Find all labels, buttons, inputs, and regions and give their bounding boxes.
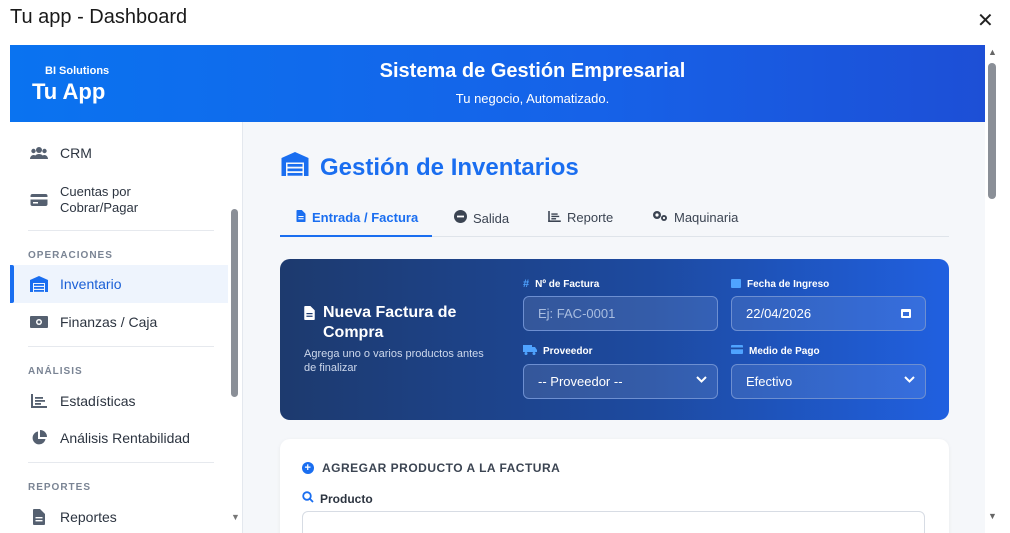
close-icon[interactable]: ✕ [977,8,994,33]
app-frame: BI Solutions Tu App Sistema de Gestión E… [10,45,985,533]
sidebar-item-inventario[interactable]: Inventario [10,265,228,303]
label-text: Nº de Factura [535,278,600,290]
sidebar-item-crm[interactable]: CRM [10,136,228,170]
sidebar-item-label: Inventario [60,276,122,292]
payment-method-select[interactable]: Efectivo [731,364,926,399]
section-label-analisis: ANÁLISIS [28,366,83,377]
file-invoice-icon [304,306,315,343]
add-product-title: + AGREGAR PRODUCTO A LA FACTURA [302,461,560,475]
main-content: Gestión de Inventarios Entrada / Factura… [244,122,985,533]
chevron-down-icon [904,375,915,387]
label-text: Medio de Pago [749,345,820,357]
pie-chart-icon [30,429,48,447]
search-icon [302,491,314,506]
file-icon [30,508,48,526]
credit-card-icon [731,345,743,357]
page-title: Gestión de Inventarios [280,152,579,183]
product-label-text: Producto [320,491,373,506]
sidebar-item-analisis-rentabilidad[interactable]: Análisis Rentabilidad [10,421,228,455]
entry-date-input[interactable]: 22/04/2026 [731,296,926,331]
sidebar-item-reportes[interactable]: Reportes [10,500,228,533]
label-text: Fecha de Ingreso [747,279,830,290]
tab-entrada-factura[interactable]: Entrada / Factura [296,210,418,225]
users-icon [30,144,48,162]
payment-method-label: Medio de Pago [731,345,820,357]
supplier-label: Proveedor [523,345,592,358]
section-label-operaciones: OPERACIONES [28,250,113,261]
chevron-down-icon [696,375,707,387]
tab-label: Entrada / Factura [312,210,419,225]
sidebar-item-estadisticas[interactable]: Estadísticas [10,384,228,418]
tab-reporte[interactable]: Reporte [548,210,613,225]
entry-date-value: 22/04/2026 [746,306,812,321]
window-scrollbar-thumb[interactable] [988,63,996,199]
section-label-reportes: REPORTES [28,482,92,493]
payment-method-value: Efectivo [746,374,793,389]
product-label: Producto [302,491,373,506]
calendar-icon [731,278,741,291]
invoice-title: Nueva Factura de Compra [304,303,456,343]
active-tab-indicator [280,235,432,237]
header-title: Sistema de Gestión Empresarial [379,60,686,82]
plus-circle-icon: + [302,462,314,474]
invoice-number-label: # Nº de Factura [523,278,599,290]
product-search-input[interactable] [302,511,925,533]
tabs: Entrada / Factura Salida Reporte Maquina… [280,204,949,237]
supplier-select[interactable]: -- Proveedor -- [523,364,718,399]
truck-icon [523,345,537,358]
window-scroll-down-icon[interactable]: ▼ [988,511,997,521]
sidebar-scrollbar-thumb[interactable] [231,209,238,397]
divider [28,230,214,231]
sidebar-item-label: Cuentas por Cobrar/Pagar [60,184,139,215]
sidebar-item-cuentas[interactable]: Cuentas por Cobrar/Pagar [10,178,228,222]
invoice-title-line1: Nueva Factura de [323,304,457,321]
sidebar-item-label: Reportes [60,509,117,525]
entry-date-label: Fecha de Ingreso [731,278,829,291]
file-invoice-icon [296,210,306,225]
sidebar-item-label: Análisis Rentabilidad [60,430,190,446]
chart-line-icon [30,392,48,410]
tab-maquinaria[interactable]: Maquinaria [652,210,738,225]
window-title: Tu app - Dashboard [10,6,188,28]
supplier-value: -- Proveedor -- [538,374,623,389]
invoice-card: Nueva Factura de Compra Agrega uno o var… [280,259,949,420]
invoice-description: Agrega uno o varios productos antes de f… [304,348,484,374]
tab-label: Salida [473,210,510,226]
credit-card-icon [30,191,48,209]
cogs-icon [652,210,668,225]
tab-label: Reporte [567,210,614,225]
sidebar: CRM Cuentas por Cobrar/Pagar OPERACIONES… [10,122,243,533]
tab-salida[interactable]: Salida [454,210,509,226]
warehouse-icon [30,275,48,293]
invoice-number-input[interactable]: Ej: FAC-0001 [523,296,718,331]
app-header: BI Solutions Tu App Sistema de Gestión E… [10,45,985,122]
calendar-picker-icon[interactable] [901,309,911,318]
sidebar-item-label: Finanzas / Caja [60,314,158,330]
sidebar-scroll-down-icon[interactable]: ▼ [231,512,240,522]
list-icon [548,210,561,225]
divider [28,346,214,347]
page-title-text: Gestión de Inventarios [320,153,579,181]
window-scroll-up-icon[interactable]: ▲ [988,47,997,57]
hash-icon: # [523,278,530,290]
tab-label: Maquinaria [674,210,739,225]
add-product-card: + AGREGAR PRODUCTO A LA FACTURA Producto [280,439,949,533]
sidebar-item-label: CRM [60,145,92,161]
add-product-title-text: AGREGAR PRODUCTO A LA FACTURA [322,461,561,475]
header-subtitle: Tu negocio, Automatizado. [455,91,610,106]
divider [28,462,214,463]
warehouse-icon [280,152,310,183]
label-text: Proveedor [543,346,593,357]
minus-circle-icon [454,210,467,226]
money-icon [30,313,48,331]
sidebar-item-label: Estadísticas [60,393,136,409]
invoice-title-line2: Compra [323,324,384,341]
sidebar-item-finanzas[interactable]: Finanzas / Caja [10,305,228,339]
